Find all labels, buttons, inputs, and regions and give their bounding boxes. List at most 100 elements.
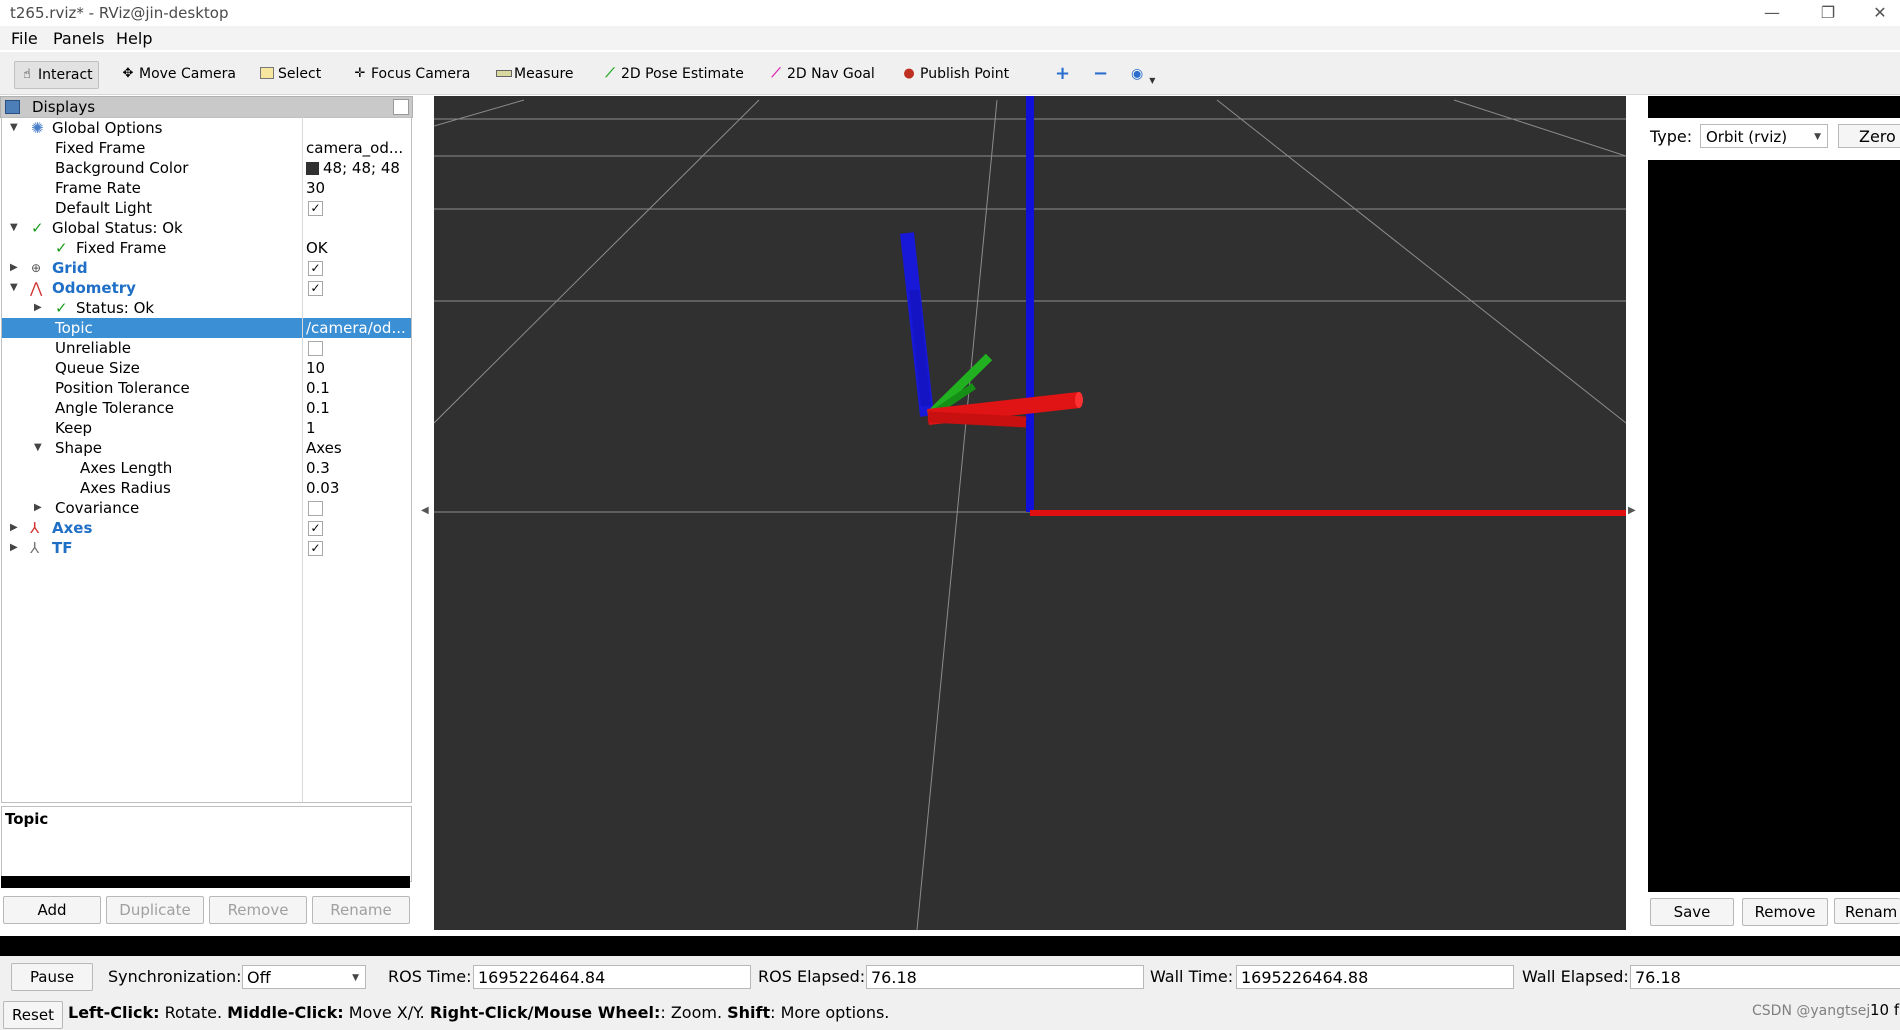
expand-triangle[interactable]: ▼ bbox=[10, 218, 20, 238]
tree-row-position-tolerance[interactable]: Position Tolerance 0.1 bbox=[2, 378, 411, 398]
menu-file[interactable]: File bbox=[11, 29, 38, 48]
collapse-triangle[interactable]: ▶ bbox=[10, 538, 20, 558]
tree-row-shape[interactable]: ▼ Shape Axes bbox=[2, 438, 411, 458]
collapse-triangle[interactable]: ▶ bbox=[10, 258, 20, 278]
tree-row-queue-size[interactable]: Queue Size 10 bbox=[2, 358, 411, 378]
tree-row-frame-rate[interactable]: Frame Rate 30 bbox=[2, 178, 411, 198]
tree-label: Status: Ok bbox=[76, 299, 155, 317]
tree-row-status-ok[interactable]: ▶ ✓ Status: Ok bbox=[2, 298, 411, 318]
tree-row-topic[interactable]: Topic /camera/od... bbox=[2, 318, 411, 338]
tree-row-keep[interactable]: Keep 1 bbox=[2, 418, 411, 438]
tree-row-tf[interactable]: ▶ ⅄ TF ✓ bbox=[2, 538, 411, 558]
checkbox-checked[interactable]: ✓ bbox=[308, 541, 323, 556]
sync-select[interactable]: Off ▼ bbox=[242, 965, 366, 989]
tool-interact[interactable]: ☝ Interact bbox=[14, 61, 99, 89]
monitor-icon bbox=[5, 100, 20, 114]
menu-panels[interactable]: Panels bbox=[53, 29, 105, 48]
eye-icon[interactable]: ◉ ▼ bbox=[1126, 61, 1160, 87]
tree-value[interactable]: 0.3 bbox=[306, 458, 410, 478]
expand-triangle[interactable]: ▼ bbox=[34, 438, 44, 458]
zero-button[interactable]: Zero bbox=[1838, 124, 1900, 148]
checkbox-unchecked[interactable] bbox=[308, 341, 323, 356]
expand-triangle[interactable]: ▼ bbox=[10, 278, 20, 298]
tool-select[interactable]: Select bbox=[255, 61, 326, 87]
tree-row-default-light[interactable]: Default Light ✓ bbox=[2, 198, 411, 218]
minus-icon[interactable]: − bbox=[1088, 61, 1113, 87]
view-type-select[interactable]: Orbit (rviz) ▼ bbox=[1700, 124, 1828, 148]
tree-row-odometry[interactable]: ▼ ⋀ Odometry ✓ bbox=[2, 278, 411, 298]
tree-value[interactable]: Axes bbox=[306, 438, 410, 458]
tree-value[interactable]: 0.1 bbox=[306, 378, 410, 398]
description-scroll-area bbox=[1, 876, 410, 888]
rename-view-button[interactable]: Renam bbox=[1834, 898, 1900, 924]
tool-label: 2D Nav Goal bbox=[787, 66, 875, 82]
close-icon[interactable]: ✕ bbox=[1860, 0, 1900, 26]
tree-row-global-status[interactable]: ▼ ✓ Global Status: Ok bbox=[2, 218, 411, 238]
tool-label: 2D Pose Estimate bbox=[621, 66, 744, 82]
duplicate-button[interactable]: Duplicate bbox=[106, 896, 204, 924]
tool-label: Measure bbox=[514, 66, 574, 82]
world-axis-z bbox=[1026, 96, 1034, 512]
plus-icon[interactable]: + bbox=[1050, 61, 1075, 87]
chevron-down-icon: ▼ bbox=[1814, 132, 1821, 142]
tree-row-axes-radius[interactable]: Axes Radius 0.03 bbox=[2, 478, 411, 498]
splitter-right-arrow[interactable]: ▶ bbox=[1628, 505, 1636, 516]
tree-row-background-color[interactable]: Background Color 48; 48; 48 bbox=[2, 158, 411, 178]
axes-icon: ⅄ bbox=[30, 519, 40, 537]
hand-icon: ☝ bbox=[23, 67, 31, 82]
reset-button[interactable]: Reset bbox=[3, 1001, 63, 1029]
tool-2d-nav-goal[interactable]: ⟋ 2D Nav Goal bbox=[764, 61, 880, 87]
checkbox-checked[interactable]: ✓ bbox=[308, 281, 323, 296]
checkbox-checked[interactable]: ✓ bbox=[308, 521, 323, 536]
tree-value[interactable]: 0.03 bbox=[306, 478, 410, 498]
tool-focus-camera[interactable]: ✛ Focus Camera bbox=[348, 61, 475, 87]
ros-elapsed-field[interactable]: 76.18 bbox=[866, 965, 1144, 989]
tree-row-global-options[interactable]: ▼ ✺ Global Options bbox=[2, 118, 411, 138]
remove-view-button[interactable]: Remove bbox=[1742, 898, 1828, 926]
tree-row-status-fixed-frame[interactable]: ✓ Fixed Frame OK bbox=[2, 238, 411, 258]
expand-triangle[interactable]: ▼ bbox=[10, 118, 20, 138]
tree-value[interactable]: 0.1 bbox=[306, 398, 410, 418]
minimize-icon[interactable]: — bbox=[1752, 0, 1792, 26]
tree-row-axes-length[interactable]: Axes Length 0.3 bbox=[2, 458, 411, 478]
wall-elapsed-field[interactable]: 76.18 bbox=[1630, 965, 1900, 989]
tree-value[interactable]: /camera/od... bbox=[306, 318, 410, 338]
check-icon: ✓ bbox=[55, 239, 68, 257]
menu-help[interactable]: Help bbox=[116, 29, 152, 48]
save-view-button[interactable]: Save bbox=[1650, 898, 1734, 926]
checkbox-checked[interactable]: ✓ bbox=[308, 261, 323, 276]
pause-button[interactable]: Pause bbox=[11, 963, 93, 991]
render-viewport[interactable] bbox=[434, 96, 1626, 930]
collapse-triangle[interactable]: ▶ bbox=[34, 298, 44, 318]
wall-time-field[interactable]: 1695226464.88 bbox=[1236, 965, 1514, 989]
tree-row-axes[interactable]: ▶ ⅄ Axes ✓ bbox=[2, 518, 411, 538]
tree-value[interactable]: 10 bbox=[306, 358, 410, 378]
tree-value[interactable]: 1 bbox=[306, 418, 410, 438]
tool-publish-point[interactable]: ● Publish Point bbox=[897, 61, 1014, 87]
add-button[interactable]: Add bbox=[3, 896, 101, 924]
tree-row-covariance[interactable]: ▶ Covariance bbox=[2, 498, 411, 518]
tree-value[interactable]: camera_od... bbox=[306, 138, 410, 158]
tree-row-angle-tolerance[interactable]: Angle Tolerance 0.1 bbox=[2, 398, 411, 418]
tree-row-grid[interactable]: ▶ ⊕ Grid ✓ bbox=[2, 258, 411, 278]
remove-display-button[interactable]: Remove bbox=[209, 896, 307, 924]
splitter-left-arrow[interactable]: ◀ bbox=[421, 505, 429, 516]
view-type-label: Type: bbox=[1650, 127, 1693, 146]
collapse-triangle[interactable]: ▶ bbox=[34, 498, 44, 518]
tree-row-fixed-frame[interactable]: Fixed Frame camera_od... bbox=[2, 138, 411, 158]
tree-value[interactable]: 30 bbox=[306, 178, 410, 198]
panel-float-button[interactable] bbox=[393, 99, 409, 115]
column-divider[interactable] bbox=[302, 117, 303, 802]
ros-time-field[interactable]: 1695226464.84 bbox=[473, 965, 751, 989]
tool-2d-pose-estimate[interactable]: ⟋ 2D Pose Estimate bbox=[598, 61, 749, 87]
restore-icon[interactable]: ❐ bbox=[1808, 0, 1848, 26]
tree-row-unreliable[interactable]: Unreliable bbox=[2, 338, 411, 358]
tool-measure[interactable]: Measure bbox=[491, 61, 579, 87]
checkbox-checked[interactable]: ✓ bbox=[308, 201, 323, 216]
tool-move-camera[interactable]: ✥ Move Camera bbox=[116, 61, 241, 87]
tree-value[interactable]: 48; 48; 48 bbox=[306, 158, 410, 178]
help-key: Middle-Click: bbox=[227, 1003, 344, 1022]
collapse-triangle[interactable]: ▶ bbox=[10, 518, 20, 538]
rename-display-button[interactable]: Rename bbox=[312, 896, 410, 924]
checkbox-unchecked[interactable] bbox=[308, 501, 323, 516]
